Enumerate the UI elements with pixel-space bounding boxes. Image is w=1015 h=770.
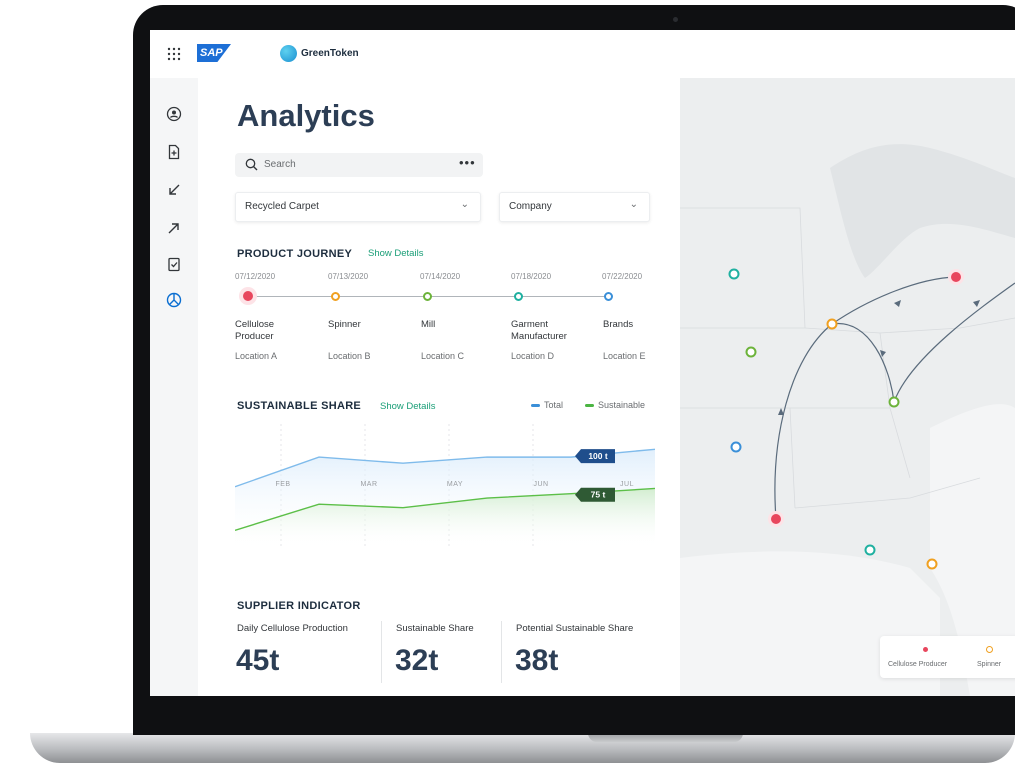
map-legend-label: Spinner [977,661,1002,668]
annotation-label: 75 t [591,490,606,500]
sustainable-share-chart: FEB MAR MAY JUN JUL 100 t 75 t [235,424,655,546]
step-date: 07/12/2020 [235,272,276,281]
step-date: 07/13/2020 [328,272,369,281]
kpi-value: 32t [395,644,439,677]
app-grid-icon[interactable] [167,47,181,61]
search-input[interactable]: Search [264,159,296,170]
map-canvas [680,144,1015,696]
x-tick-label: JUN [533,481,548,488]
x-tick-label: MAR [360,481,377,488]
product-name: GreenToken [301,48,359,59]
marker-garment-manufacturer[interactable] [864,544,876,556]
app-screen: SAP GreenToken Analytics Search ••• Recy… [150,30,1015,696]
page-title: Analytics [237,98,375,133]
step-name-line1: Cellulose [235,319,275,330]
legend-cellulose-swatch [923,647,928,652]
marker-cellulose-producer[interactable] [771,514,781,524]
kpi-divider [501,621,502,683]
company-select-value: Company [509,201,552,212]
side-navigation [150,78,198,696]
nav-outbound-arrow-icon[interactable] [164,218,184,238]
kpi-divider [381,621,382,683]
step-name-line2: Producer [235,331,274,342]
sap-logo[interactable]: SAP [197,44,231,62]
step-name: Cellulose Producer [235,319,274,343]
marker-garment-manufacturer[interactable] [728,268,740,280]
legend-total-swatch [531,404,540,408]
nav-clipboard-check-icon[interactable] [164,254,184,274]
chevron-down-icon: ⌄ [460,199,469,210]
more-options-icon[interactable]: ••• [459,155,476,170]
legend-total-label: Total [544,400,564,410]
legend-total: Total [531,400,563,410]
sustainable-share-title: SUSTAINABLE SHARE [237,400,362,412]
step-date: 07/18/2020 [511,272,552,281]
legend-sustainable-swatch [585,404,594,408]
step-location: Location D [511,351,555,361]
legend-spinner-swatch [986,646,993,653]
kpi-label: Daily Cellulose Production [237,623,348,634]
great-lakes-shape [830,144,1015,278]
kpi-value: 45t [236,644,280,677]
marker-brands[interactable] [730,441,742,453]
step-date: 07/14/2020 [420,272,461,281]
step-date: 07/22/2020 [602,272,643,281]
search-field[interactable]: Search ••• [235,153,483,177]
marker-spinner[interactable] [926,558,938,570]
supply-chain-map[interactable]: Cellulose Producer Spinner [680,78,1015,696]
camera [673,17,678,22]
step-node-brands[interactable] [604,292,613,301]
shell-bar: SAP GreenToken [150,30,1015,79]
annotation-label: 100 t [588,451,608,461]
nav-analytics-pie-icon[interactable] [164,290,184,310]
map-legend-label: Cellulose Producer [888,661,948,668]
search-icon [245,158,258,171]
step-name: Brands [603,319,634,330]
legend-sustainable: Sustainable [585,400,645,410]
step-name: Mill [421,319,436,330]
nav-add-document-icon[interactable] [164,142,184,162]
marker-mill[interactable] [888,396,900,408]
step-name: Spinner [328,319,361,330]
kpi-label: Potential Sustainable Share [516,623,634,634]
product-select[interactable]: Recycled Carpet ⌄ [235,192,481,222]
step-node-garment-manufacturer[interactable] [514,292,523,301]
step-name-line1: Garment [511,319,548,330]
product-journey-title: PRODUCT JOURNEY [237,248,353,260]
share-show-details-link[interactable]: Show Details [380,401,435,412]
marker-cellulose-producer[interactable] [951,272,961,282]
map-legend: Cellulose Producer Spinner [880,636,1015,678]
kpi-label: Sustainable Share [396,623,474,634]
x-tick-label: JUL [620,481,634,488]
x-tick-label: FEB [275,481,290,488]
laptop-base [30,733,1015,763]
journey-show-details-link[interactable]: Show Details [368,248,423,259]
nav-inbound-arrow-icon[interactable] [164,180,184,200]
marker-mill[interactable] [745,346,757,358]
x-tick-label: MAY [447,481,463,488]
product-select-value: Recycled Carpet [245,201,319,212]
analytics-panel: Analytics Search ••• Recycled Carpet ⌄ C… [198,78,680,696]
company-select[interactable]: Company ⌄ [499,192,650,222]
step-node-spinner[interactable] [331,292,340,301]
marker-spinner[interactable] [826,318,838,330]
route-arrows [778,300,980,415]
step-location: Location A [235,351,278,361]
step-name-line2: Manufacturer [511,331,567,342]
step-location: Location B [328,351,371,361]
supplier-indicator-title: SUPPLIER INDICATOR [237,600,361,612]
chevron-down-icon: ⌄ [629,199,638,210]
step-location: Location C [421,351,465,361]
step-name: Garment Manufacturer [511,319,567,343]
kpi-value: 38t [515,644,559,677]
legend-sustainable-label: Sustainable [598,400,646,410]
step-node-mill[interactable] [423,292,432,301]
step-node-cellulose-producer[interactable] [243,291,253,301]
nav-user-icon[interactable] [164,104,184,124]
greentoken-logo-icon [280,45,297,62]
step-location: Location E [603,351,646,361]
